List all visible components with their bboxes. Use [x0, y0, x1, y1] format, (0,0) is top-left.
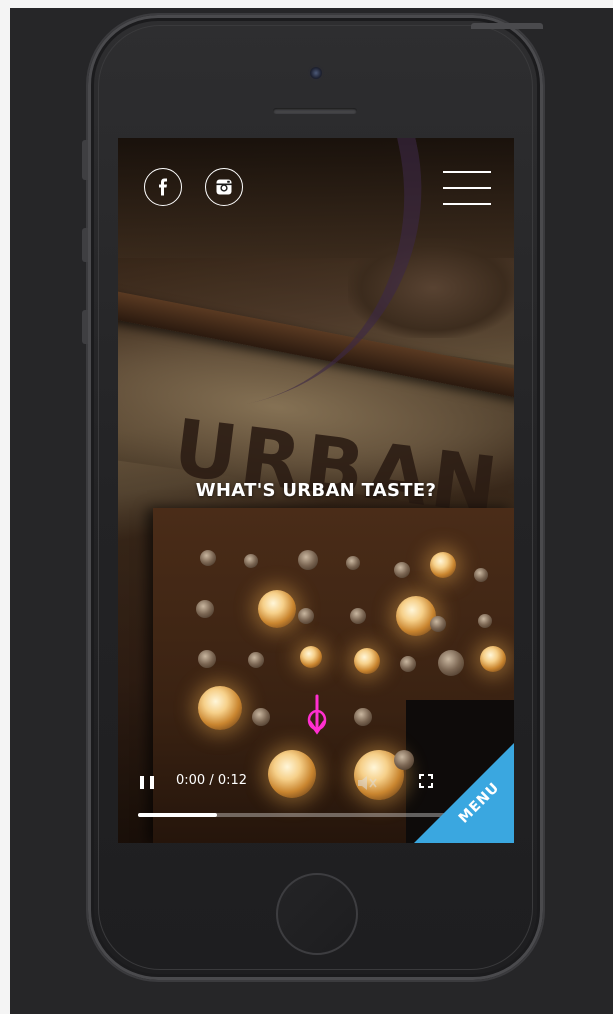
- pause-icon-bar: [140, 776, 144, 789]
- volume-up-button: [82, 228, 88, 262]
- light-bulb: [298, 608, 314, 624]
- hamburger-icon-line: [443, 203, 491, 205]
- light-bulb: [298, 550, 318, 570]
- hamburger-icon-line: [443, 171, 491, 173]
- light-bulb: [354, 708, 372, 726]
- facebook-button[interactable]: [144, 168, 182, 206]
- hamburger-icon-line: [443, 187, 491, 189]
- light-bulb: [346, 556, 360, 570]
- neon-sign-icon: [306, 694, 328, 744]
- light-bulb: [244, 554, 258, 568]
- mute-switch: [82, 140, 88, 180]
- home-button: [276, 873, 358, 955]
- volume-down-button: [82, 310, 88, 344]
- video-progress-fill: [138, 813, 218, 817]
- light-bulb: [396, 596, 436, 636]
- light-bulb: [198, 686, 242, 730]
- earpiece-speaker: [273, 108, 357, 114]
- instagram-button[interactable]: [205, 168, 243, 206]
- light-bulb: [400, 656, 416, 672]
- video-time: 0:00 / 0:12: [176, 773, 248, 788]
- light-bulb: [350, 608, 366, 624]
- facebook-icon: [159, 178, 167, 196]
- light-bulb: [474, 568, 488, 582]
- light-bulb: [258, 590, 296, 628]
- front-camera: [310, 67, 322, 79]
- light-bulb: [394, 562, 410, 578]
- light-bulb: [248, 652, 264, 668]
- light-bulb: [430, 552, 456, 578]
- light-bulb: [480, 646, 506, 672]
- hero-headline: WHAT'S URBAN TASTE?: [195, 480, 437, 501]
- phone-screen: URBAN WHAT'S URBAN TASTE? 0:00 / 0:12 ME…: [118, 138, 514, 843]
- instagram-icon: [216, 179, 232, 195]
- light-bulb: [478, 614, 492, 628]
- light-bulb: [394, 750, 414, 770]
- light-bulb: [196, 600, 214, 618]
- light-bulb: [200, 550, 216, 566]
- light-bulb: [198, 650, 216, 668]
- menu-ribbon-button[interactable]: MENU: [414, 743, 514, 843]
- light-bulb: [252, 708, 270, 726]
- light-bulb: [430, 616, 446, 632]
- pause-button[interactable]: [140, 775, 154, 791]
- light-bulb: [438, 650, 464, 676]
- pause-icon-bar: [150, 776, 154, 789]
- light-bulb: [300, 646, 322, 668]
- speaker-muted-icon: [358, 776, 377, 790]
- hamburger-menu-button[interactable]: [443, 171, 491, 205]
- mute-button[interactable]: [356, 773, 378, 793]
- light-bulb: [354, 648, 380, 674]
- power-button: [471, 23, 543, 29]
